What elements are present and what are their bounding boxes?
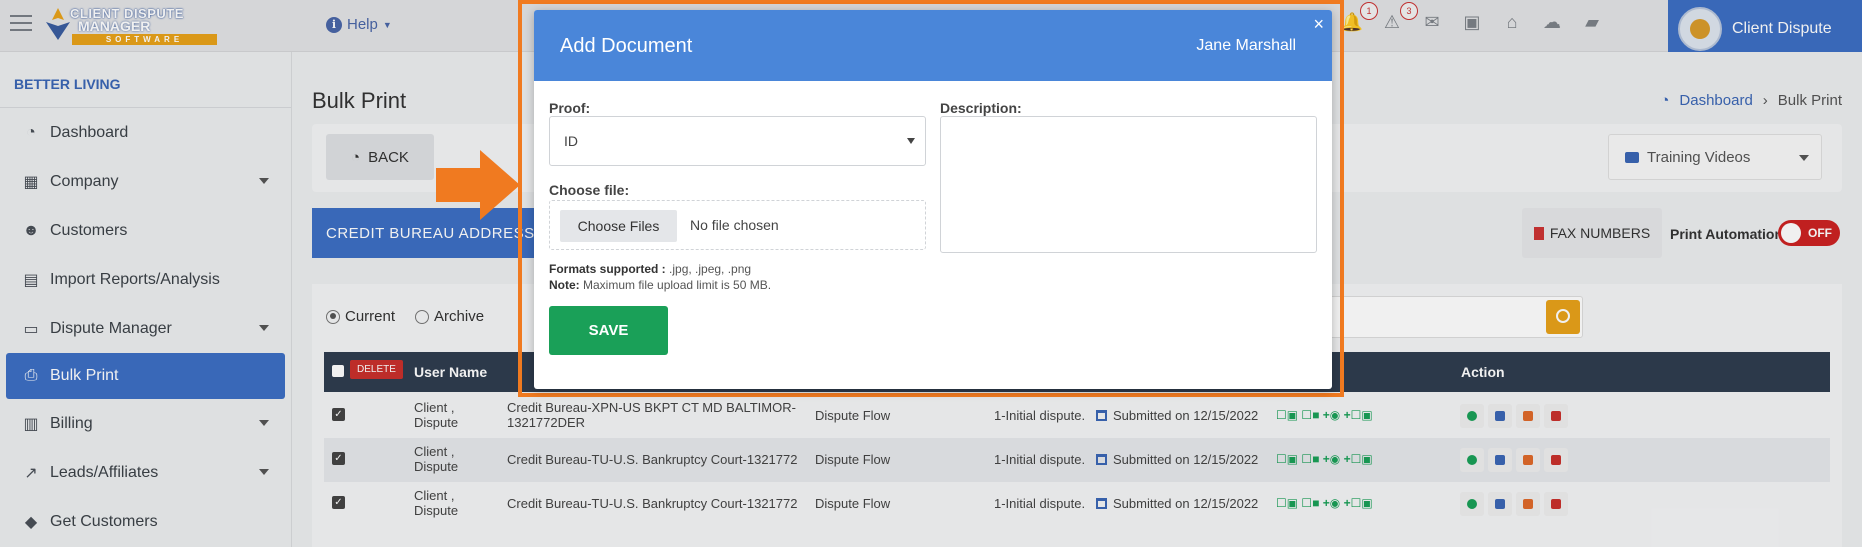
orange-arrow-icon	[436, 150, 520, 220]
no-file-text: No file chosen	[690, 217, 779, 233]
note-label: Note:	[549, 278, 580, 292]
note-hint: Note: Maximum file upload limit is 50 MB…	[549, 278, 771, 292]
description-textarea[interactable]	[940, 116, 1317, 253]
proof-label: Proof:	[549, 100, 591, 116]
modal-user: Jane Marshall	[1196, 37, 1296, 54]
modal-header: Add Document Jane Marshall ×	[534, 10, 1332, 81]
save-button[interactable]: SAVE	[549, 306, 668, 355]
add-document-modal: Add Document Jane Marshall × Proof: ID D…	[534, 10, 1332, 389]
note-value: Maximum file upload limit is 50 MB.	[583, 278, 772, 292]
choose-files-button[interactable]: Choose Files	[560, 210, 677, 242]
select-arrow-icon	[907, 138, 915, 144]
proof-select[interactable]: ID	[549, 116, 926, 166]
choose-file-label: Choose file:	[549, 182, 630, 198]
modal-title: Add Document	[560, 35, 693, 57]
formats-value: .jpg, .jpeg, .png	[669, 262, 752, 276]
formats-label: Formats supported :	[549, 262, 666, 276]
close-icon[interactable]: ×	[1313, 14, 1324, 35]
proof-value: ID	[564, 133, 578, 149]
description-label: Description:	[940, 100, 1022, 116]
file-input[interactable]: Choose Files No file chosen	[549, 200, 926, 250]
formats-hint: Formats supported : .jpg, .jpeg, .png	[549, 262, 751, 276]
